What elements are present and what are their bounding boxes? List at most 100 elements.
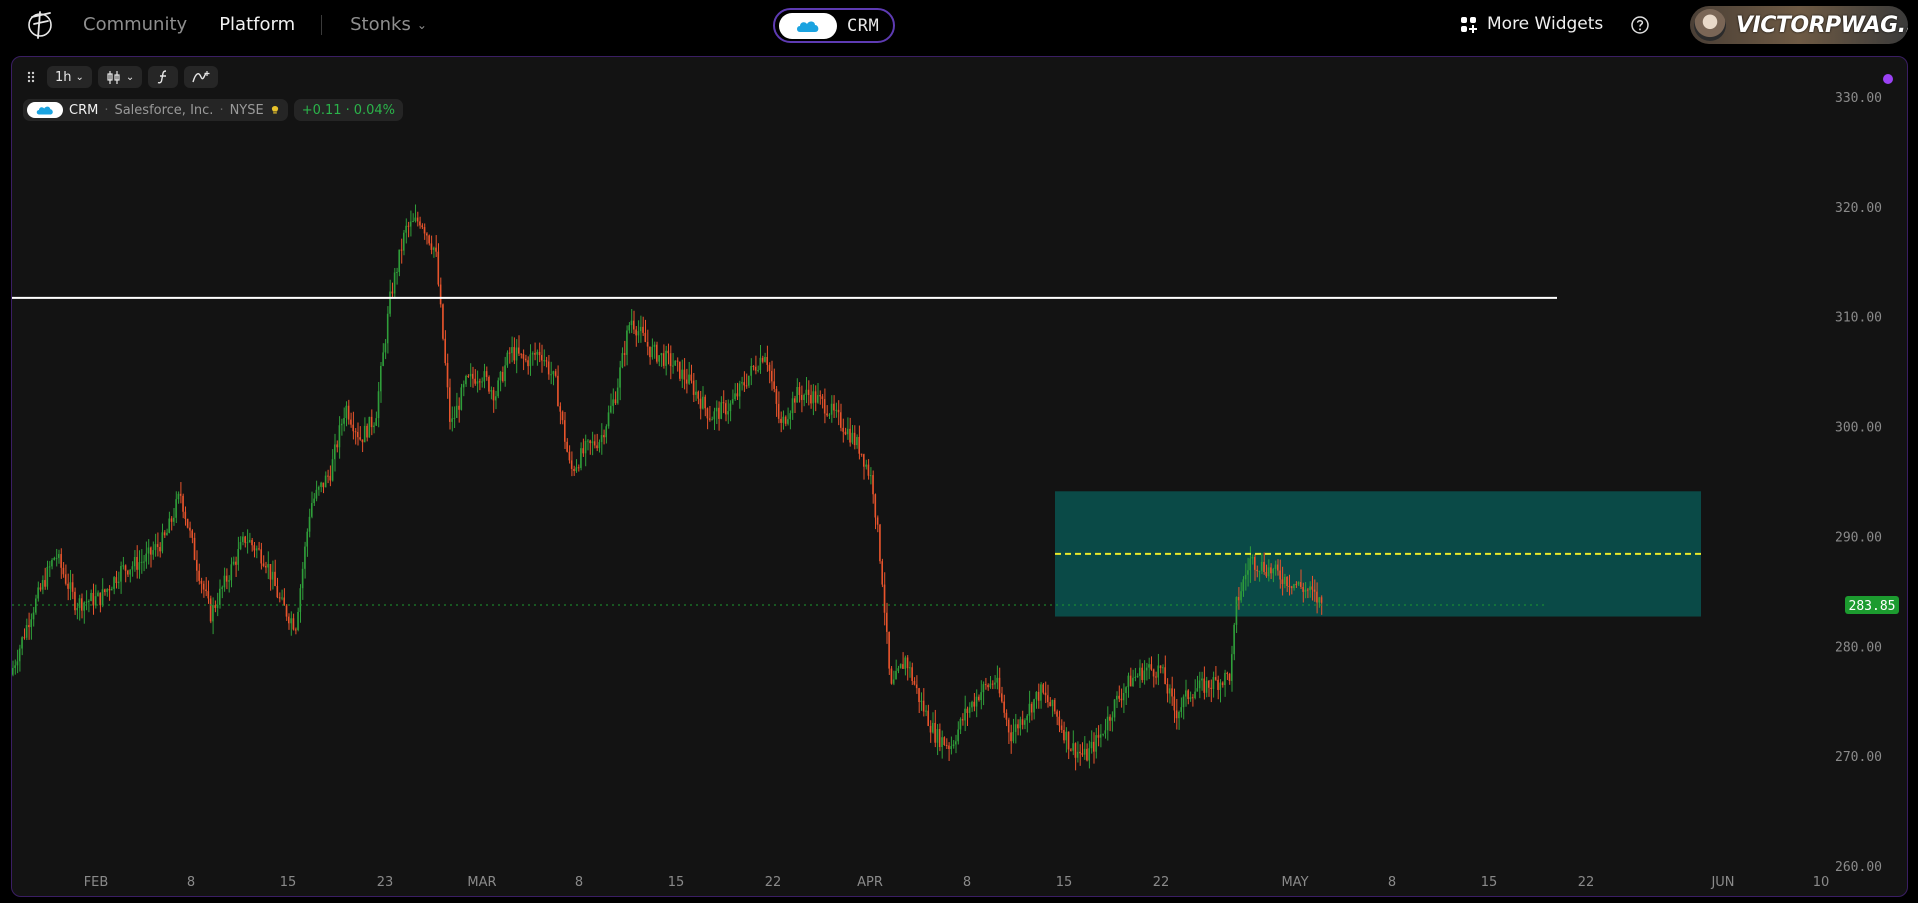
candle-body [984,684,987,686]
candle-body [214,605,216,608]
time-tick-label: FEB [84,875,109,890]
time-tick-label: APR [857,875,883,890]
candle-body [400,249,403,251]
candle-body [1196,688,1199,692]
candle-body [897,668,900,671]
candle-body [485,371,488,377]
candle-body [138,562,141,570]
candle-body [1313,589,1316,592]
candle-body [299,588,302,612]
candle-body [708,418,711,420]
last-price-label: 283.85 [1849,599,1896,614]
drag-handle-icon[interactable] [21,66,41,88]
candle-body [1274,564,1277,569]
candle-body [679,361,681,379]
symbol-info: CRM · Salesforce, Inc. · NYSE +0.11 · 0.… [23,99,404,121]
candle-body [465,375,467,385]
candle-body [108,588,111,591]
candle-body [373,425,375,428]
ticker-symbol: CRM [847,15,880,36]
candle-body [283,597,285,606]
candle-body [1219,682,1222,690]
candle-body [750,365,752,376]
candle-body [320,482,322,487]
candle-body [1097,735,1100,738]
candle-body [844,431,847,435]
candle-body [964,708,966,721]
candle-body [589,440,591,444]
candle-body [12,667,14,675]
candle-body [966,708,969,713]
avatar [1694,9,1726,41]
candle-body [1175,710,1178,719]
candle-body [322,482,325,488]
candle-body [731,399,734,404]
price-tick-label: 280.00 [1835,640,1882,655]
candle-body [800,394,803,401]
price-tick-label: 330.00 [1835,91,1882,106]
candle-body [1051,699,1054,707]
candle-body [1166,684,1169,694]
price-tick-label: 290.00 [1835,530,1882,545]
more-widgets-button[interactable]: More Widgets [1460,14,1603,34]
draw-tools-button[interactable] [184,66,219,88]
indicators-button[interactable] [148,66,179,88]
price-chart[interactable]: 330.00 320.00 310.00 300.00 290.00 280.00 270.… [12,57,1908,897]
candle-body [30,619,32,628]
candle-body [515,347,518,361]
candle-body [1309,586,1311,591]
candle-body [1056,711,1058,717]
help-icon[interactable] [1630,15,1650,35]
candle-body [1251,556,1254,559]
candle-body [807,389,810,395]
candle-body [1237,597,1240,601]
nav-community[interactable]: Community [83,14,187,35]
candle-body [718,407,720,419]
candle-body [94,596,97,606]
candle-body [665,350,667,366]
candle-body [511,347,513,354]
time-tick-label: 15 [1056,875,1073,890]
candle-body [975,696,978,707]
chevron-down-icon: ⌄ [125,71,135,83]
candle-body [499,371,502,381]
nav-platform[interactable]: Platform [219,14,295,35]
interval-select[interactable]: 1h ⌄ [47,66,92,88]
candle-body [449,387,451,422]
candle-body [35,598,37,613]
candle-body [642,326,644,333]
candle-body [782,416,785,423]
user-menu[interactable]: VICTORPWAG... ⌄ [1690,6,1908,44]
candle-body [623,353,626,355]
brand-logo-icon[interactable] [26,8,56,42]
candle-body [1182,696,1185,708]
candlestick-icon [107,70,120,84]
candle-body [605,426,607,438]
candle-body [660,353,663,356]
nav-divider [321,14,323,35]
candle-body [269,564,272,580]
candle-body [867,464,870,476]
candle-body [1127,675,1130,688]
ticker-switcher[interactable]: CRM [773,8,895,43]
candle-body [288,616,290,624]
candle-body [508,352,511,354]
symbol-chip[interactable]: CRM · Salesforce, Inc. · NYSE [23,99,288,121]
candle-body [21,637,23,649]
time-tick-label: 22 [1578,875,1595,890]
candle-body [478,381,481,383]
ticker-toggle[interactable] [779,12,837,39]
candle-body [865,464,867,467]
candle-body [396,271,398,273]
candle-body [1235,597,1238,625]
candle-body [879,524,881,562]
candle-body [573,468,575,472]
candle-body [927,710,929,726]
candle-body [377,391,380,419]
candle-body [610,405,612,413]
time-tick-label: 22 [1153,875,1170,890]
candle-body [1079,751,1081,754]
nav-stonks-dropdown[interactable]: Stonks ⌄ [350,14,427,35]
connection-status-dot [1883,74,1893,84]
chart-type-select[interactable]: ⌄ [97,66,143,88]
